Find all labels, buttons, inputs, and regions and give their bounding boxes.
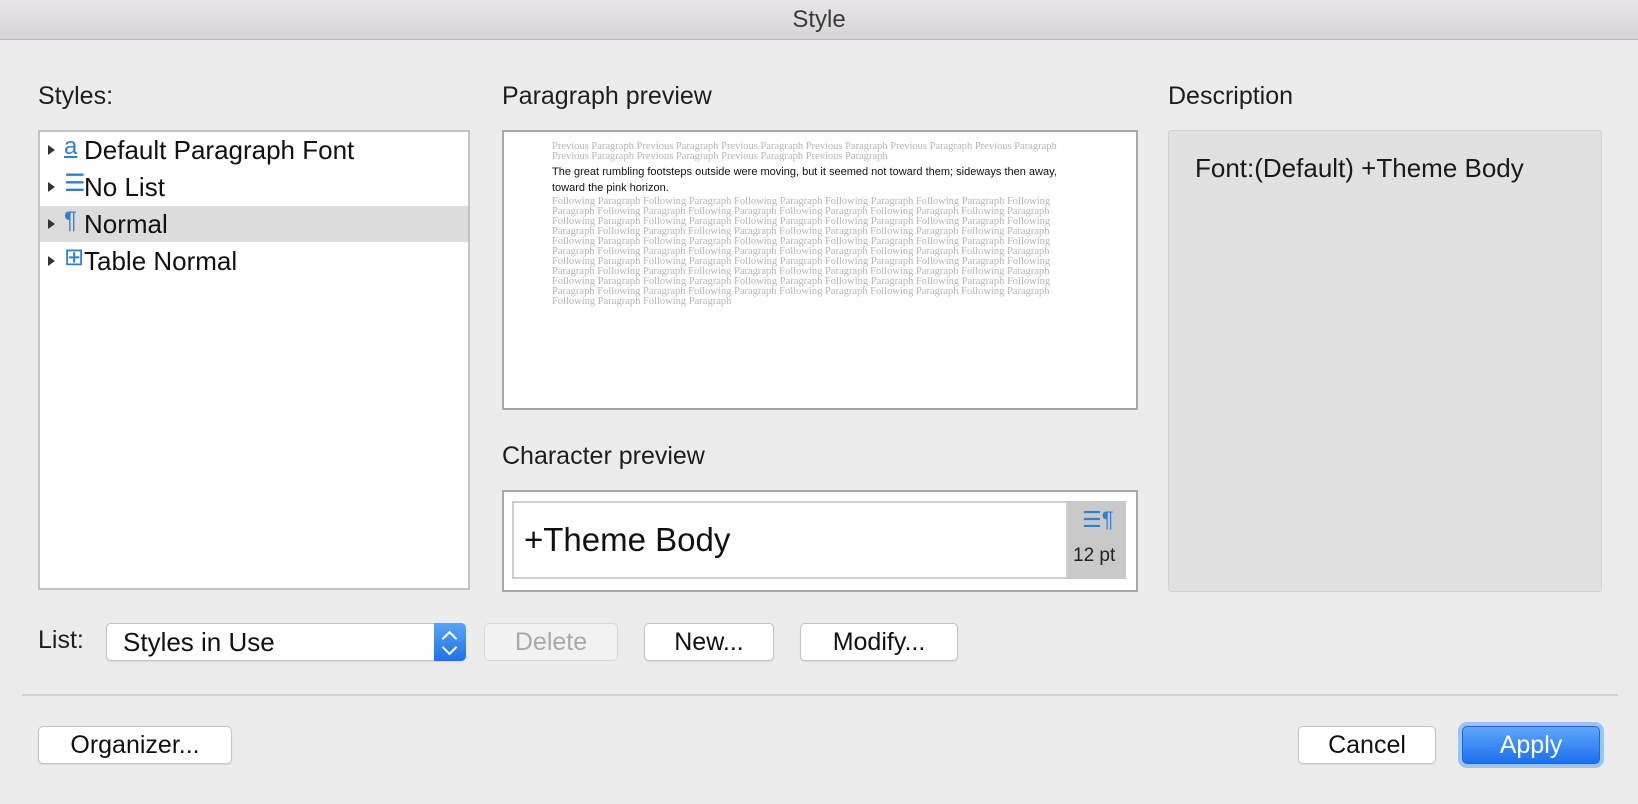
window-title: Style [0, 0, 1638, 40]
new-style-button[interactable]: New... [644, 623, 774, 661]
disclosure-triangle-icon[interactable] [48, 145, 55, 155]
style-item-no-list[interactable]: ☰ No List [40, 169, 468, 205]
style-item-label: No List [84, 172, 165, 202]
delete-button[interactable]: Delete [484, 623, 618, 661]
list-filter-select[interactable]: Styles in Use [106, 623, 466, 661]
paragraph-preview-box: Previous Paragraph Previous Paragraph Pr… [502, 130, 1138, 410]
paragraph-style-icon: ¶ [64, 207, 77, 234]
previous-paragraph-text: Previous Paragraph Previous Paragraph Pr… [552, 141, 1057, 162]
style-item-label: Default Paragraph Font [84, 135, 355, 165]
list-label: List: [38, 626, 84, 654]
description-text: Font:(Default) +Theme Body [1195, 153, 1524, 183]
select-stepper-icon[interactable] [434, 623, 466, 661]
paragraph-format-icon: ☰¶ [1082, 507, 1114, 532]
apply-button[interactable]: Apply [1462, 726, 1600, 764]
modify-button[interactable]: Modify... [800, 623, 958, 661]
list-style-icon: ☰ [64, 170, 86, 197]
font-size-value: 12 pt [1073, 545, 1116, 566]
description-box: Font:(Default) +Theme Body [1168, 130, 1602, 592]
styles-label: Styles: [38, 82, 114, 110]
paragraph-preview-label: Paragraph preview [502, 82, 712, 110]
table-style-icon: ⊞ [64, 244, 85, 271]
description-label: Description [1168, 82, 1294, 110]
organizer-button[interactable]: Organizer... [38, 726, 232, 764]
disclosure-triangle-icon[interactable] [48, 256, 55, 266]
disclosure-triangle-icon[interactable] [48, 219, 55, 229]
character-preview-label: Character preview [502, 442, 705, 470]
current-paragraph-text: The great rumbling footsteps outside wer… [552, 166, 1057, 194]
divider [22, 694, 1618, 696]
styles-list[interactable]: a Default Paragraph Font ☰ No List ¶ Nor… [38, 130, 470, 590]
style-item-table-normal[interactable]: ⊞ Table Normal [40, 243, 468, 279]
character-preview-box: +Theme Body ☰¶ 12 pt [502, 490, 1138, 592]
disclosure-triangle-icon[interactable] [48, 182, 55, 192]
character-style-icon: a [64, 133, 78, 160]
style-item-default-paragraph-font[interactable]: a Default Paragraph Font [40, 132, 468, 168]
character-preview-sample: +Theme Body [524, 521, 731, 558]
cancel-button[interactable]: Cancel [1298, 726, 1436, 764]
following-paragraph-text: Following Paragraph Following Paragraph … [552, 196, 1051, 307]
font-size-panel: ☰¶ 12 pt [1068, 501, 1126, 579]
style-item-label: Table Normal [84, 246, 238, 276]
list-filter-value: Styles in Use [123, 627, 275, 657]
style-item-label: Normal [84, 209, 168, 239]
style-item-normal[interactable]: ¶ Normal [40, 206, 468, 242]
